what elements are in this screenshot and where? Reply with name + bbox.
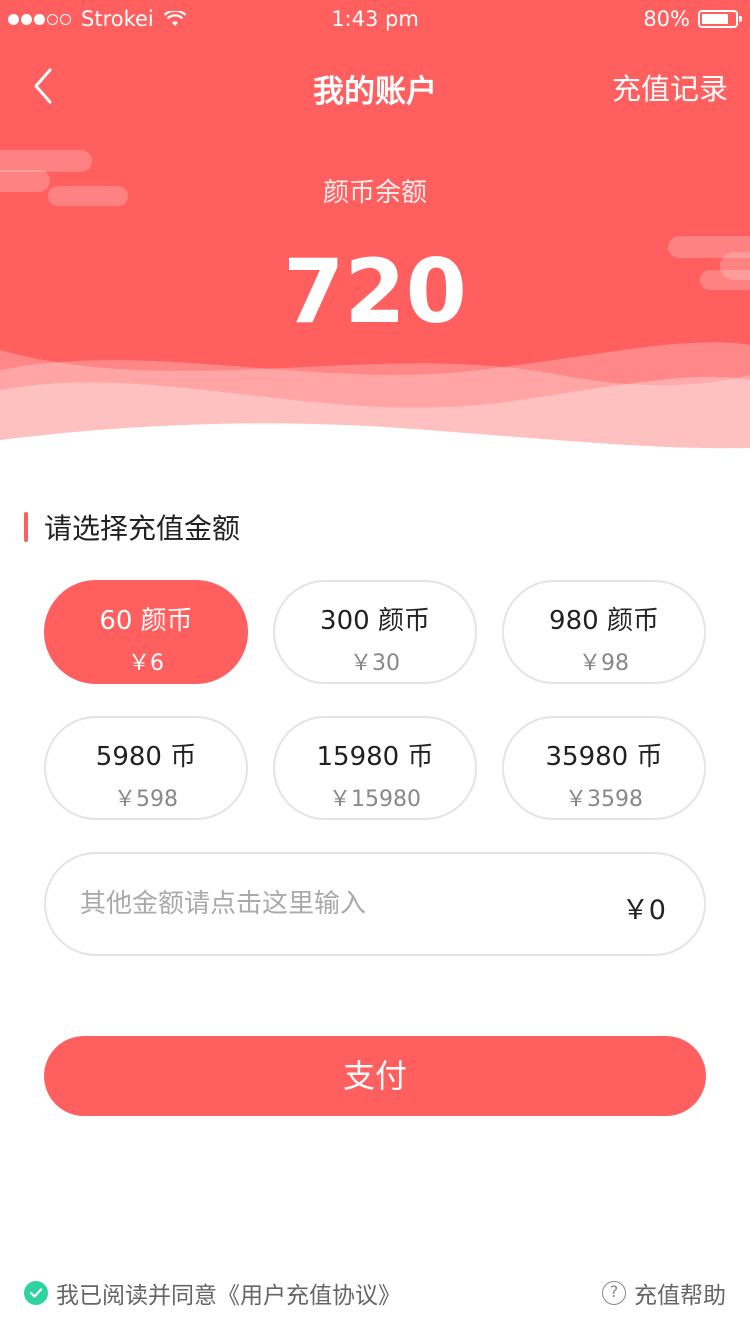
option-price: ￥30: [350, 651, 400, 676]
nav-bar: 我的账户 充值记录: [0, 56, 750, 116]
pay-button[interactable]: 支付: [44, 1036, 706, 1116]
header-banner: Strokei 1:43 pm 80% 我的账户 充值记录 颜币余额 720: [0, 0, 750, 470]
amount-option[interactable]: 35980 币 ￥3598: [502, 716, 706, 820]
question-circle-icon: ?: [602, 1281, 626, 1305]
recharge-history-link[interactable]: 充值记录: [612, 66, 728, 108]
amount-option[interactable]: 980 颜币 ￥98: [502, 580, 706, 684]
option-price: ￥3598: [565, 787, 643, 812]
amount-option[interactable]: 5980 币 ￥598: [44, 716, 248, 820]
help-text: 充值帮助: [634, 1283, 726, 1309]
status-right: 80%: [643, 7, 742, 31]
option-coins: 5980 币: [95, 742, 197, 772]
option-price: ￥6: [128, 651, 164, 676]
check-glyph: [29, 1288, 43, 1298]
option-price: ￥598: [114, 787, 178, 812]
amount-option[interactable]: 15980 币 ￥15980: [273, 716, 477, 820]
option-price: ￥98: [579, 651, 629, 676]
custom-amount-value: ￥0: [621, 895, 666, 926]
section-accent-bar: [24, 512, 28, 542]
custom-amount-field[interactable]: ￥0: [44, 852, 706, 956]
balance-label: 颜币余额: [322, 178, 427, 208]
option-coins: 35980 币: [545, 742, 663, 772]
agreement-checkbox[interactable]: 我已阅读并同意《用户充值协议》: [24, 1276, 401, 1310]
battery-fill: [702, 14, 728, 24]
custom-amount-input[interactable]: [80, 880, 560, 928]
cloud-decoration: [0, 150, 92, 172]
battery-icon: [698, 10, 742, 28]
agreement-text: 我已阅读并同意《用户充值协议》: [56, 1283, 401, 1309]
status-bar: Strokei 1:43 pm 80%: [0, 0, 750, 40]
option-coins: 15980 币: [316, 742, 434, 772]
battery-percentage: 80%: [643, 7, 690, 31]
section-header: 请选择充值金额: [24, 507, 240, 547]
wave-decoration: [0, 342, 750, 470]
amount-option[interactable]: 60 颜币 ￥6: [44, 580, 248, 684]
balance-value: 720: [283, 240, 467, 343]
amount-option[interactable]: 300 颜币 ￥30: [273, 580, 477, 684]
option-coins: 980 颜币: [549, 606, 659, 636]
back-button[interactable]: [26, 62, 66, 110]
chevron-left-icon: [34, 68, 52, 104]
option-price: ￥15980: [329, 787, 421, 812]
checkmark-icon: [24, 1281, 48, 1305]
footer: 我已阅读并同意《用户充值协议》 ? 充值帮助: [0, 1272, 750, 1312]
section-title: 请选择充值金额: [44, 512, 241, 545]
status-time: 1:43 pm: [331, 7, 419, 31]
option-coins: 300 颜币: [320, 606, 430, 636]
recharge-help-link[interactable]: ? 充值帮助: [602, 1276, 726, 1310]
option-coins: 60 颜币: [99, 606, 193, 636]
